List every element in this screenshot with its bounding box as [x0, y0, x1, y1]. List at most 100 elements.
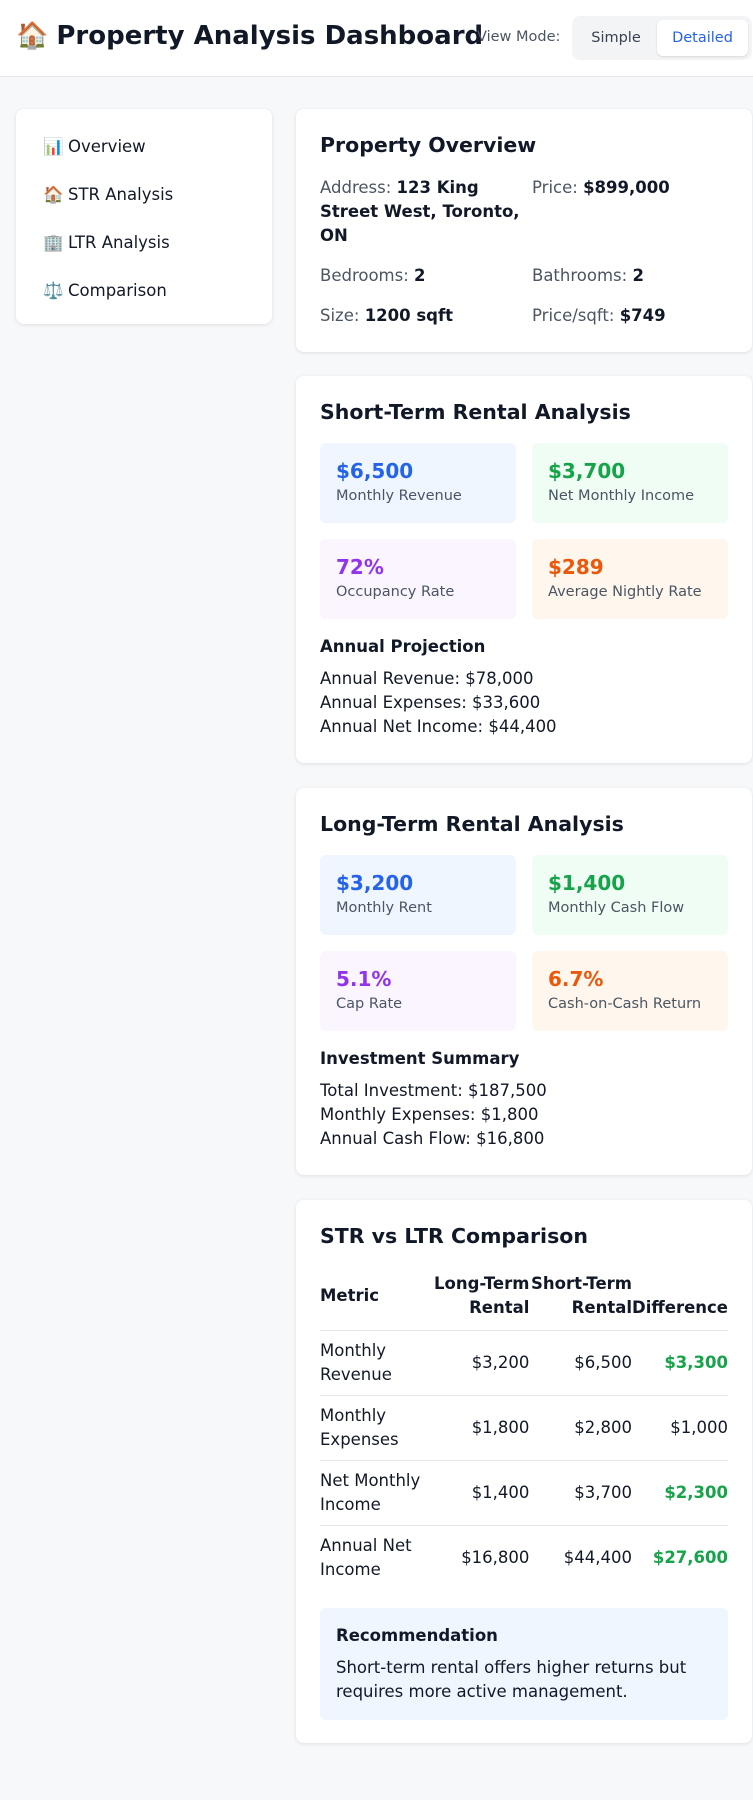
difference-cell: $2,300	[632, 1460, 728, 1526]
house-icon: 🏠	[43, 185, 64, 204]
price-per-sqft-label: Price/sqft:	[532, 306, 615, 325]
table-row: Monthly Revenue $3,200 $6,500 $3,300	[320, 1330, 728, 1396]
ltr-value-cell: $16,800	[426, 1525, 530, 1591]
office-building-icon: 🏢	[43, 233, 64, 252]
metric-value: $1,400	[548, 871, 626, 895]
view-mode-label: View Mode:	[477, 29, 561, 45]
recommendation-box: Recommendation Short-term rental offers …	[320, 1608, 728, 1720]
property-overview-title: Property Overview	[320, 133, 537, 157]
price-value: $899,000	[583, 178, 670, 197]
metric-cell: Monthly Expenses	[320, 1395, 427, 1461]
metric-value: $6,500	[336, 459, 414, 483]
metric-label: Monthly Cash Flow	[548, 900, 685, 916]
bedrooms-field: Bedrooms: 2	[320, 264, 426, 288]
bathrooms-label: Bathrooms:	[532, 266, 628, 285]
table-row: Monthly Expenses $1,800 $2,800 $1,000	[320, 1395, 728, 1461]
metric-value: $3,200	[336, 871, 414, 895]
comparison-card: STR vs LTR Comparison Metric Long-Term R…	[296, 1200, 752, 1743]
price-field: Price: $899,000	[532, 176, 670, 200]
bar-chart-icon: 📊	[43, 137, 64, 156]
sidebar-item-overview[interactable]: 📊 Overview	[16, 123, 272, 171]
bathrooms-value: 2	[632, 266, 644, 285]
str-monthly-revenue-metric: $6,500 Monthly Revenue	[320, 443, 516, 523]
table-header-row: Metric Long-Term Rental Short-Term Renta…	[320, 1272, 728, 1331]
metric-label: Average Nightly Rate	[548, 584, 702, 600]
page-title-text: Property Analysis Dashboard	[56, 21, 484, 51]
metric-label: Occupancy Rate	[336, 584, 455, 600]
annual-cash-flow-line: Annual Cash Flow: $16,800	[320, 1129, 545, 1148]
sidebar-item-label: LTR Analysis	[68, 233, 170, 252]
table-row: Annual Net Income $16,800 $44,400 $27,60…	[320, 1525, 728, 1591]
table-row: Net Monthly Income $1,400 $3,700 $2,300	[320, 1460, 728, 1526]
ltr-cash-on-cash-return-metric: 6.7% Cash-on-Cash Return	[532, 951, 728, 1031]
scales-icon: ⚖️	[43, 281, 64, 300]
bathrooms-field: Bathrooms: 2	[532, 264, 644, 288]
str-average-nightly-rate-metric: $289 Average Nightly Rate	[532, 539, 728, 619]
property-overview-card: Property Overview Address: 123 King Stre…	[296, 109, 752, 352]
column-header-difference: Difference	[632, 1298, 728, 1317]
str-value-cell: $2,800	[529, 1395, 632, 1461]
view-mode-detailed-button[interactable]: Detailed	[657, 20, 748, 56]
metric-label: Cap Rate	[336, 996, 403, 1012]
monthly-expenses-line: Monthly Expenses: $1,800	[320, 1105, 539, 1124]
sidebar-item-ltr-analysis[interactable]: 🏢 LTR Analysis	[16, 219, 272, 267]
ltr-value-cell: $1,400	[426, 1460, 530, 1526]
metric-value: 72%	[336, 555, 384, 579]
difference-cell: $3,300	[632, 1330, 728, 1396]
ltr-value-cell: $1,800	[426, 1395, 530, 1461]
address-label: Address:	[320, 178, 392, 197]
sidebar-item-str-analysis[interactable]: 🏠 STR Analysis	[16, 171, 272, 219]
str-net-monthly-income-metric: $3,700 Net Monthly Income	[532, 443, 728, 523]
bedrooms-label: Bedrooms:	[320, 266, 409, 285]
recommendation-text: Short-term rental offers higher returns …	[336, 1658, 687, 1701]
top-bar: 🏠 Property Analysis Dashboard View Mode: …	[0, 0, 753, 77]
str-analysis-title: Short-Term Rental Analysis	[320, 400, 631, 424]
bedrooms-value: 2	[414, 266, 426, 285]
annual-projection-heading: Annual Projection	[320, 637, 486, 656]
str-analysis-card: Short-Term Rental Analysis $6,500 Monthl…	[296, 376, 752, 763]
view-mode-simple-button[interactable]: Simple	[575, 20, 657, 56]
size-label: Size:	[320, 306, 360, 325]
price-label: Price:	[532, 178, 578, 197]
investment-summary-heading: Investment Summary	[320, 1049, 520, 1068]
difference-cell: $27,600	[632, 1525, 728, 1591]
total-investment-line: Total Investment: $187,500	[320, 1081, 547, 1100]
difference-cell: $1,000	[632, 1395, 728, 1461]
size-field: Size: 1200 sqft	[320, 304, 453, 328]
metric-label: Net Monthly Income	[548, 488, 695, 504]
page-title: 🏠 Property Analysis Dashboard	[16, 21, 483, 51]
metric-label: Cash-on-Cash Return	[548, 996, 702, 1012]
metric-label: Monthly Rent	[336, 900, 432, 916]
address-field: Address: 123 King Street West, Toronto, …	[320, 176, 520, 248]
house-icon: 🏠	[16, 21, 49, 51]
sidebar-item-label: STR Analysis	[68, 185, 174, 204]
ltr-analysis-title: Long-Term Rental Analysis	[320, 812, 624, 836]
ltr-cap-rate-metric: 5.1% Cap Rate	[320, 951, 516, 1031]
metric-value: 6.7%	[548, 967, 604, 991]
column-header-short-term: Short-Term Rental	[531, 1274, 632, 1317]
column-header-metric: Metric	[320, 1286, 380, 1305]
comparison-table: Metric Long-Term Rental Short-Term Renta…	[320, 1272, 728, 1591]
metric-value: 5.1%	[336, 967, 392, 991]
str-value-cell: $44,400	[529, 1525, 632, 1591]
metric-cell: Annual Net Income	[320, 1525, 427, 1591]
price-per-sqft-field: Price/sqft: $749	[532, 304, 666, 328]
sidebar-item-comparison[interactable]: ⚖️ Comparison	[16, 267, 272, 315]
price-per-sqft-value: $749	[619, 306, 666, 325]
annual-net-income-line: Annual Net Income: $44,400	[320, 717, 557, 736]
metric-label: Monthly Revenue	[336, 488, 462, 504]
metric-value: $289	[548, 555, 604, 579]
metric-cell: Net Monthly Income	[320, 1460, 427, 1526]
metric-value: $3,700	[548, 459, 626, 483]
size-value: 1200 sqft	[364, 306, 454, 325]
annual-expenses-line: Annual Expenses: $33,600	[320, 693, 541, 712]
ltr-monthly-rent-metric: $3,200 Monthly Rent	[320, 855, 516, 935]
sidebar: 📊 Overview 🏠 STR Analysis 🏢 LTR Analysis ⚖️…	[16, 109, 272, 324]
str-value-cell: $6,500	[529, 1330, 632, 1396]
str-occupancy-rate-metric: 72% Occupancy Rate	[320, 539, 516, 619]
ltr-value-cell: $3,200	[426, 1330, 530, 1396]
ltr-analysis-card: Long-Term Rental Analysis $3,200 Monthly…	[296, 788, 752, 1175]
sidebar-item-label: Overview	[68, 137, 146, 156]
view-mode-toggle: Simple Detailed	[572, 16, 752, 60]
metric-cell: Monthly Revenue	[320, 1330, 427, 1396]
